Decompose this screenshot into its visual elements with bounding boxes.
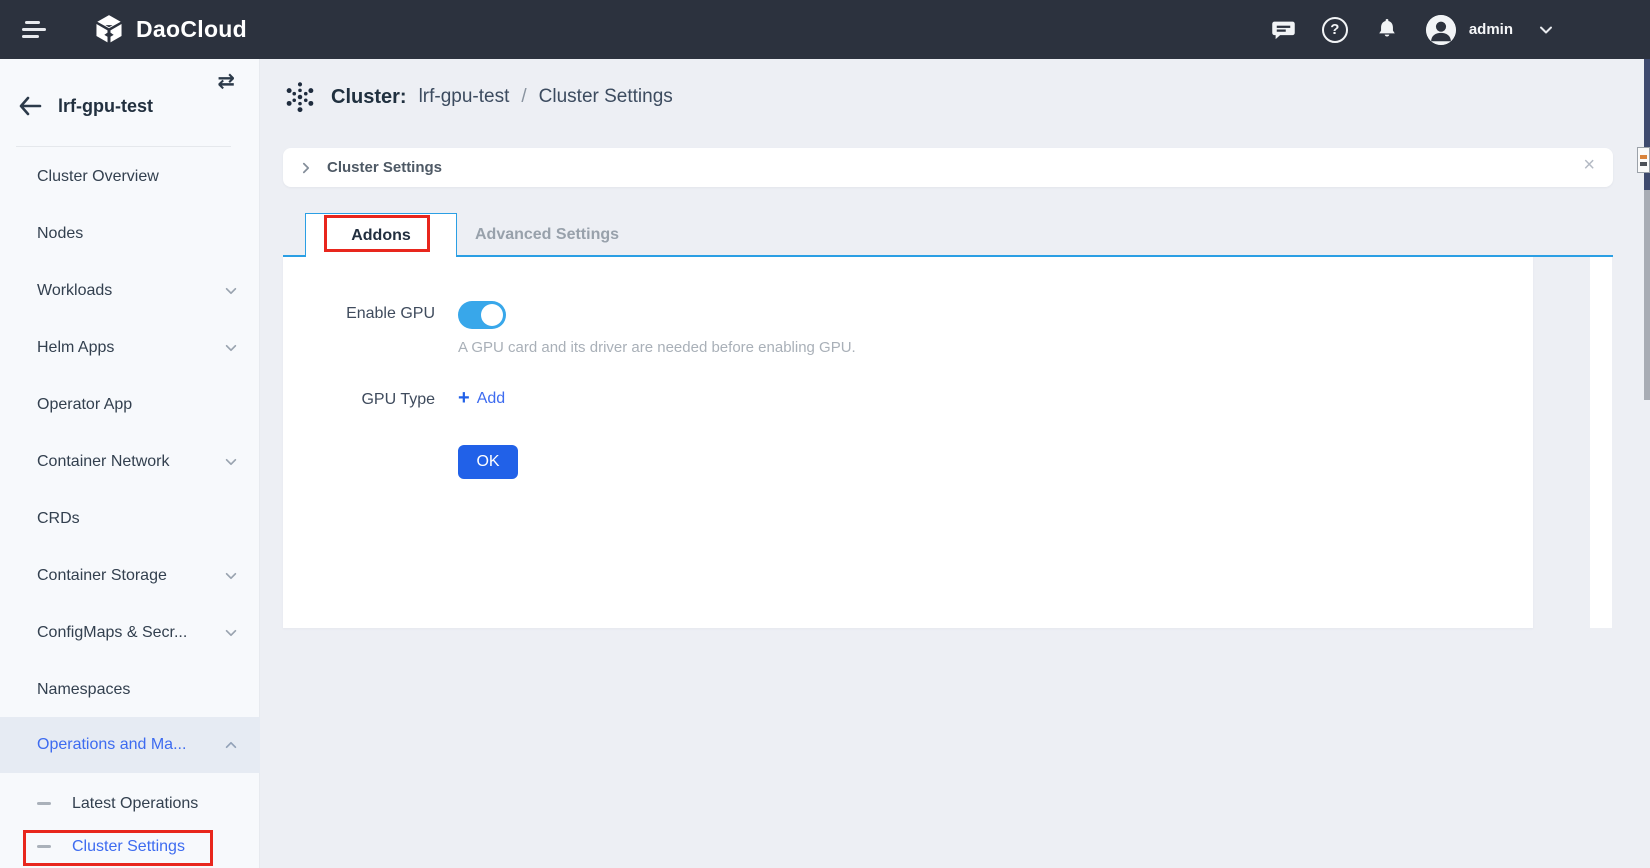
tab-addons[interactable]: Addons (305, 213, 457, 257)
enable-gpu-label: Enable GPU (283, 305, 435, 323)
sidebar-subitem-label: Cluster Settings (72, 838, 185, 856)
tab-advanced-settings[interactable]: Advanced Settings (472, 213, 622, 257)
username-label: admin (1469, 21, 1513, 38)
help-glyph: ? (1330, 21, 1339, 38)
collapse-bar-title: Cluster Settings (327, 159, 442, 176)
tab-label: Addons (351, 227, 411, 245)
breadcrumb: Cluster: lrf-gpu-test / Cluster Settings (283, 75, 673, 119)
top-bar: DaoCloud ? (0, 0, 1650, 59)
breadcrumb-prefix: Cluster: (331, 86, 407, 109)
help-icon[interactable]: ? (1322, 17, 1348, 43)
chevron-down-icon (224, 284, 238, 298)
sidebar-divider (16, 146, 231, 147)
widget-glyph (1640, 162, 1647, 166)
chevron-down-icon (224, 626, 238, 640)
sidebar-item-label: CRDs (37, 510, 80, 528)
sidebar-subitem-label: Latest Operations (72, 795, 198, 813)
brand-name: DaoCloud (136, 16, 247, 43)
right-edge-panel (1590, 257, 1612, 628)
enable-gpu-toggle[interactable] (458, 301, 506, 329)
tab-label: Advanced Settings (475, 226, 619, 244)
sidebar-item-nodes[interactable]: Nodes (0, 205, 260, 262)
sidebar-item-label: Helm Apps (37, 339, 114, 357)
close-icon[interactable]: × (1583, 155, 1595, 175)
user-menu-chevron-down-icon[interactable] (1538, 22, 1554, 38)
back-arrow-icon[interactable] (18, 96, 42, 116)
chevron-down-icon (224, 341, 238, 355)
enable-gpu-help-text: A GPU card and its driver are needed bef… (458, 339, 856, 356)
daocloud-cube-icon (92, 13, 126, 47)
gpu-type-label: GPU Type (283, 391, 435, 409)
cluster-sidebar: lrf-gpu-test ⇄ Cluster Overview Nodes Wo… (0, 59, 260, 868)
breadcrumb-cluster-name[interactable]: lrf-gpu-test (419, 86, 510, 108)
sidebar-item-label: Operator App (37, 396, 132, 414)
addons-panel: Enable GPU A GPU card and its driver are… (283, 257, 1533, 628)
sidebar-item-label: Workloads (37, 282, 112, 300)
chevron-right-icon (299, 161, 313, 175)
sidebar-item-container-network[interactable]: Container Network (0, 433, 260, 490)
add-link-label: Add (477, 390, 505, 408)
cluster-dots-icon (283, 80, 317, 114)
plus-icon: + (458, 387, 470, 410)
chevron-down-icon (224, 569, 238, 583)
breadcrumb-current-page: Cluster Settings (539, 86, 673, 108)
sidebar-item-helm-apps[interactable]: Helm Apps (0, 319, 260, 376)
sidebar-item-operations-and-maintenance[interactable]: Operations and Ma... (0, 717, 260, 773)
sidebar-item-operator-app[interactable]: Operator App (0, 376, 260, 433)
chevron-up-icon (224, 738, 238, 752)
toggle-knob (481, 304, 503, 326)
daocloud-app: DaoCloud ? (0, 0, 1650, 868)
sidebar-subitem-cluster-settings[interactable]: Cluster Settings (0, 825, 260, 868)
cluster-settings-collapse-bar[interactable]: Cluster Settings × (283, 148, 1613, 187)
brand-logo[interactable]: DaoCloud (92, 13, 247, 47)
sidebar-item-crds[interactable]: CRDs (0, 490, 260, 547)
top-bar-right: ? admin (1270, 15, 1554, 45)
sidebar-item-label: Container Storage (37, 567, 167, 585)
edge-floating-widget[interactable] (1637, 147, 1650, 173)
switch-cluster-icon[interactable]: ⇄ (217, 69, 235, 93)
subitem-dash-icon (37, 802, 51, 805)
add-gpu-type-link[interactable]: + Add (458, 387, 505, 410)
sidebar-item-label: Namespaces (37, 681, 130, 699)
ok-button[interactable]: OK (458, 445, 518, 479)
breadcrumb-separator: / (521, 86, 526, 108)
menu-toggle-icon[interactable] (22, 17, 48, 42)
sidebar-item-label: ConfigMaps & Secr... (37, 624, 187, 642)
scrollbar-thumb[interactable] (1644, 190, 1650, 400)
sidebar-item-container-storage[interactable]: Container Storage (0, 547, 260, 604)
sidebar-item-configmaps-secrets[interactable]: ConfigMaps & Secr... (0, 604, 260, 661)
top-bar-left: DaoCloud (0, 13, 247, 47)
sidebar-item-label: Nodes (37, 225, 83, 243)
user-avatar[interactable] (1426, 15, 1456, 45)
sidebar-item-label: Cluster Overview (37, 168, 159, 186)
sidebar-item-label: Operations and Ma... (37, 736, 186, 754)
cluster-name-title: lrf-gpu-test (58, 96, 153, 117)
chevron-down-icon (224, 455, 238, 469)
notifications-bell-icon[interactable] (1373, 16, 1401, 44)
widget-glyph (1640, 155, 1647, 159)
sidebar-nav: Cluster Overview Nodes Workloads Helm Ap… (0, 148, 260, 718)
sidebar-item-namespaces[interactable]: Namespaces (0, 661, 260, 718)
sidebar-item-label: Container Network (37, 453, 170, 471)
sidebar-item-cluster-overview[interactable]: Cluster Overview (0, 148, 260, 205)
main-content: Cluster: lrf-gpu-test / Cluster Settings… (260, 59, 1650, 868)
sidebar-subitem-latest-operations[interactable]: Latest Operations (0, 782, 260, 825)
sidebar-item-workloads[interactable]: Workloads (0, 262, 260, 319)
ok-button-label: OK (476, 453, 499, 471)
messages-icon[interactable] (1270, 16, 1297, 43)
subitem-dash-icon (37, 845, 51, 848)
